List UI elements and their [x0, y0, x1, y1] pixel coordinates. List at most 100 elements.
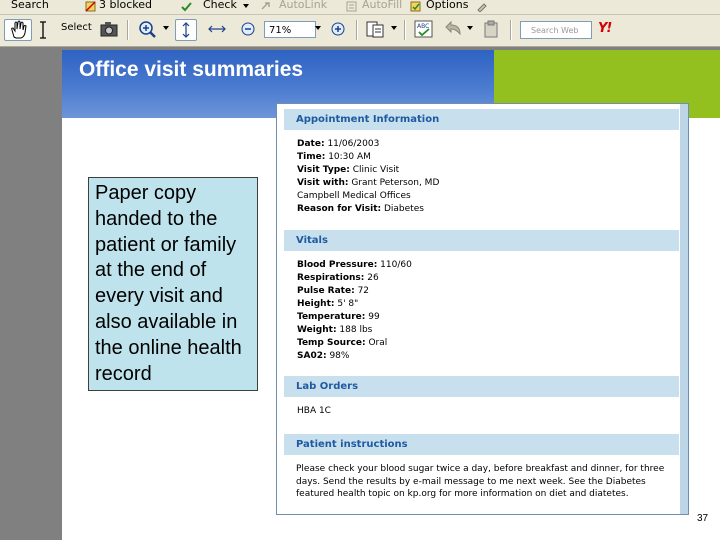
abc-spelling-icon: ABC	[414, 20, 433, 38]
toolbar-separator	[404, 20, 406, 40]
menu-strip: Search 3 blocked Check AutoLink AutoFill…	[0, 0, 720, 15]
appointment-section-heading: Appointment Information	[284, 109, 679, 130]
row-label: Time:	[297, 152, 326, 162]
spelling-button[interactable]: ABC	[413, 19, 435, 41]
toolbar-separator	[127, 20, 129, 40]
row-value: Clinic Visit	[352, 165, 400, 175]
vitals-row: SA02: 98%	[297, 350, 412, 363]
fit-width-icon	[208, 25, 226, 33]
row-label: Reason for Visit:	[297, 204, 382, 214]
clipboard-button[interactable]	[480, 19, 502, 41]
zoom-out-button[interactable]	[238, 19, 258, 41]
appointment-row: Visit with: Grant Peterson, MD	[297, 177, 439, 190]
toolbar: Select 71% ABC Search Web Y!	[0, 15, 720, 47]
camera-icon	[100, 22, 118, 37]
row-value: Oral	[368, 338, 388, 348]
row-label: Temperature:	[297, 312, 366, 322]
appointment-details: Date: 11/06/2003 Time: 10:30 AM Visit Ty…	[297, 138, 439, 216]
plus-icon	[331, 22, 345, 36]
lab-orders-section-heading: Lab Orders	[284, 376, 679, 397]
select-tool-button[interactable]: Select	[36, 19, 96, 41]
slide-title: Office visit summaries	[79, 58, 304, 81]
autofill-button[interactable]: AutoFill	[362, 0, 402, 11]
appointment-row: Reason for Visit: Diabetes	[297, 203, 439, 216]
minus-icon	[241, 22, 255, 36]
instructions-section-heading: Patient instructions	[284, 434, 679, 455]
row-label: Respirations:	[297, 273, 365, 283]
appointment-row: Time: 10:30 AM	[297, 151, 439, 164]
vitals-row: Respirations: 26	[297, 272, 412, 285]
snapshot-button[interactable]	[98, 19, 120, 41]
hand-icon	[11, 20, 27, 39]
zoom-level-dropdown-icon[interactable]	[315, 26, 321, 30]
row-value: 99	[368, 312, 380, 322]
fit-height-icon	[182, 22, 190, 38]
callout-text: Paper copy handed to the patient or fami…	[95, 182, 242, 385]
zoom-level-input[interactable]: 71%	[264, 21, 316, 38]
row-value: 11/06/2003	[327, 139, 380, 149]
yahoo-logo-button[interactable]: Y!	[598, 21, 612, 36]
autolink-icon	[261, 2, 270, 10]
hand-tool-button[interactable]	[4, 19, 32, 41]
row-label: Visit with:	[297, 178, 349, 188]
spell-check-icon	[181, 2, 192, 12]
vitals-row: Blood Pressure: 110/60	[297, 259, 412, 272]
row-label: SA02:	[297, 351, 327, 361]
toolbar-separator	[356, 20, 358, 40]
undo-dropdown-icon[interactable]	[467, 26, 473, 30]
vitals-row: Temp Source: Oral	[297, 337, 412, 350]
vitals-section-heading: Vitals	[284, 230, 679, 251]
row-label: Weight:	[297, 325, 337, 335]
fit-width-button[interactable]	[206, 19, 228, 41]
toolbar-separator	[510, 20, 512, 40]
options-button[interactable]: Options	[426, 0, 468, 11]
row-label: Pulse Rate:	[297, 286, 355, 296]
options-icon	[410, 1, 421, 12]
check-button[interactable]: Check	[203, 0, 237, 11]
appointment-row: Campbell Medical Offices	[297, 190, 439, 203]
row-value: 72	[357, 286, 370, 296]
row-label: Date:	[297, 139, 325, 149]
row-value: 10:30 AM	[328, 152, 371, 162]
vitals-row: Temperature: 99	[297, 311, 412, 324]
fit-page-button[interactable]	[175, 19, 197, 41]
panel-scrollbar[interactable]	[680, 104, 688, 514]
row-value: Grant Peterson, MD	[351, 178, 440, 188]
vitals-row: Height: 5' 8"	[297, 298, 412, 311]
instructions-text: Please check your blood sugar twice a da…	[296, 464, 665, 499]
zoom-in-button[interactable]	[136, 19, 162, 41]
popups-blocked-button[interactable]: 3 blocked	[99, 0, 152, 11]
search-web-input[interactable]: Search Web	[520, 21, 592, 39]
row-value: 5' 8"	[337, 299, 359, 309]
text-cursor-icon	[40, 21, 46, 39]
vitals-details: Blood Pressure: 110/60 Respirations: 26 …	[297, 259, 412, 363]
row-value: Campbell Medical Offices	[297, 191, 411, 201]
appointment-row: Date: 11/06/2003	[297, 138, 439, 151]
row-value: 26	[367, 273, 379, 283]
row-value: Diabetes	[383, 204, 424, 214]
autolink-button[interactable]: AutoLink	[279, 0, 327, 11]
row-value: 188 lbs	[339, 325, 373, 335]
autofill-icon	[346, 1, 357, 12]
appointment-row: Visit Type: Clinic Visit	[297, 164, 439, 177]
highlight-icon[interactable]	[476, 1, 487, 12]
zoom-tool-dropdown-icon[interactable]	[163, 26, 169, 30]
select-label: Select	[61, 22, 92, 33]
row-value: 110/60	[380, 260, 412, 270]
row-label: Blood Pressure:	[297, 260, 378, 270]
vitals-row: Weight: 188 lbs	[297, 324, 412, 337]
page-layout-button[interactable]	[364, 19, 388, 41]
magnifier-zoom-icon	[139, 21, 156, 38]
page-layout-dropdown-icon[interactable]	[391, 26, 397, 30]
svg-text:ABC: ABC	[417, 23, 429, 30]
check-dropdown-icon[interactable]	[243, 4, 249, 8]
undo-button[interactable]	[442, 19, 468, 41]
zoom-in-plus-button[interactable]	[328, 19, 348, 41]
row-label: Visit Type:	[297, 165, 350, 175]
popup-blocker-icon	[85, 1, 96, 12]
clipboard-icon	[484, 20, 498, 38]
vitals-row: Pulse Rate: 72	[297, 285, 412, 298]
row-value: 98%	[329, 351, 350, 361]
undo-arrow-icon	[445, 20, 461, 36]
search-menu[interactable]: Search	[11, 0, 49, 11]
